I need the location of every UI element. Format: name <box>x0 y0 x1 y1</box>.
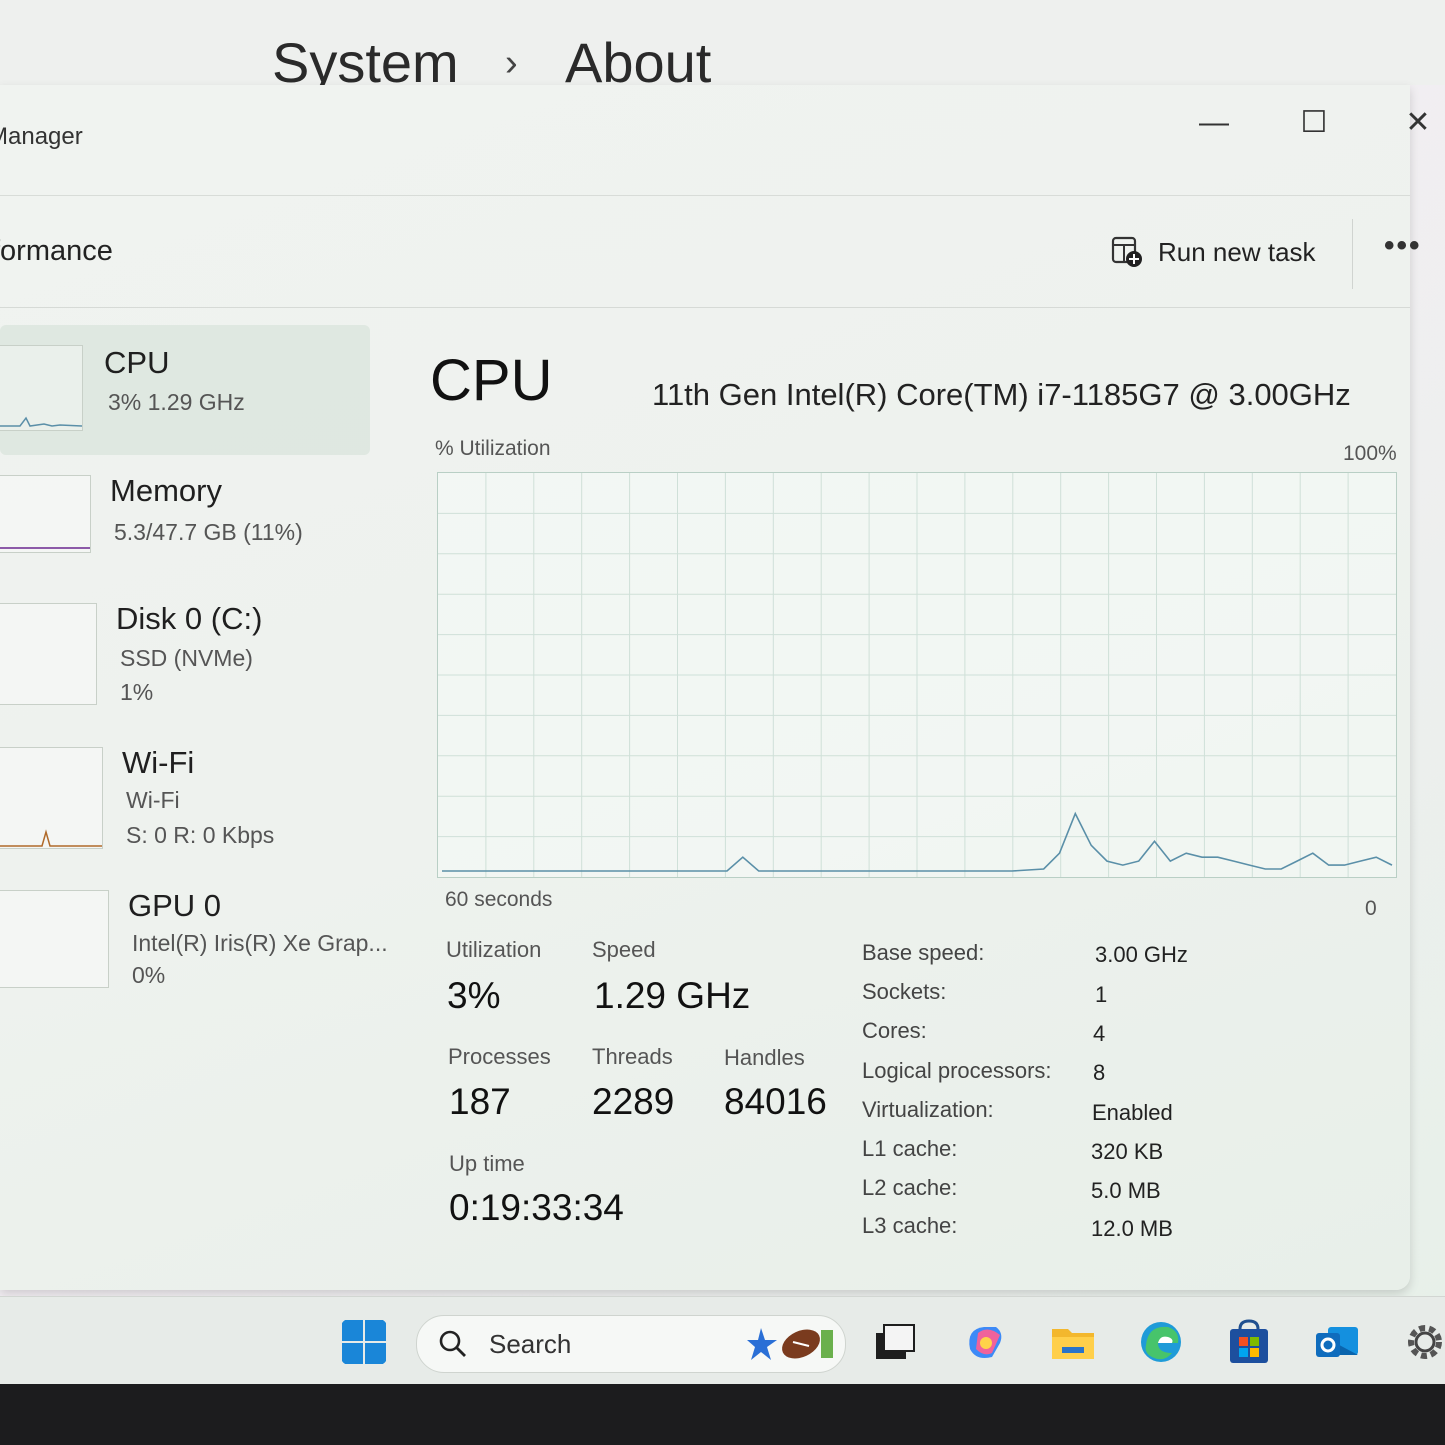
window-title: Manager <box>0 123 83 150</box>
spec-value-virtualization: Enabled <box>1092 1100 1173 1125</box>
spec-value-l2-cache: 5.0 MB <box>1091 1178 1161 1203</box>
processes-value: 187 <box>449 1081 511 1122</box>
task-view-icon[interactable] <box>872 1319 918 1365</box>
edge-icon[interactable] <box>1138 1319 1184 1365</box>
outlook-icon[interactable] <box>1314 1319 1360 1365</box>
run-new-task-button[interactable]: Run new task <box>1110 235 1316 269</box>
cpu-model: 11th Gen Intel(R) Core(TM) i7-1185G7 @ 3… <box>652 377 1351 412</box>
sidebar-cpu-name: CPU <box>104 345 170 380</box>
sidebar-item-cpu[interactable]: CPU 3% 1.29 GHz <box>0 325 370 455</box>
handles-value: 84016 <box>724 1081 827 1122</box>
taskbar: Search <box>0 1296 1445 1385</box>
cpu-thumbnail <box>0 345 83 431</box>
spec-value-logical-processors: 8 <box>1093 1060 1106 1085</box>
spec-label-l1-cache: L1 cache: <box>862 1136 958 1161</box>
more-options-icon[interactable]: ••• <box>1384 229 1422 263</box>
wifi-thumbnail <box>0 747 103 849</box>
sidebar-item-disk[interactable]: Disk 0 (C:) SSD (NVMe) 1% <box>0 583 370 713</box>
graph-max-label: 100% <box>1343 442 1397 465</box>
sidebar-disk-name: Disk 0 (C:) <box>116 601 263 636</box>
gpu-thumbnail <box>0 890 109 988</box>
speed-label: Speed <box>592 937 656 962</box>
spec-value-base-speed: 3.00 GHz <box>1095 942 1188 967</box>
monitor-bezel <box>0 1384 1445 1445</box>
cpu-title: CPU <box>430 348 553 413</box>
close-button[interactable]: ✕ <box>1398 103 1438 143</box>
spec-label-l2-cache: L2 cache: <box>862 1175 958 1200</box>
sidebar-memory-name: Memory <box>110 473 222 508</box>
sidebar-wifi-throughput: S: 0 R: 0 Kbps <box>126 822 275 848</box>
maximize-button[interactable]: ☐ <box>1294 103 1334 143</box>
sidebar-item-wifi[interactable]: Wi-Fi Wi-Fi S: 0 R: 0 Kbps <box>0 727 370 857</box>
sidebar-item-memory[interactable]: Memory 5.3/47.7 GB (11%) <box>0 457 370 577</box>
utilization-axis-label: % Utilization <box>435 437 551 460</box>
spec-value-sockets: 1 <box>1095 982 1108 1007</box>
spec-label-logical-processors: Logical processors: <box>862 1058 1052 1083</box>
title-bar[interactable]: Manager — ☐ ✕ <box>0 85 1431 196</box>
taskbar-search-box[interactable]: Search <box>416 1315 846 1373</box>
graph-min-label: 0 <box>1365 897 1377 920</box>
sidebar-memory-usage: 5.3/47.7 GB (11%) <box>114 519 303 545</box>
handles-label: Handles <box>724 1045 805 1070</box>
uptime-label: Up time <box>449 1151 525 1176</box>
spec-label-cores: Cores: <box>862 1018 927 1043</box>
settings-header: System › About <box>0 0 1445 94</box>
sidebar-wifi-name: Wi-Fi <box>122 745 195 780</box>
spec-value-cores: 4 <box>1093 1021 1106 1046</box>
spec-label-base-speed: Base speed: <box>862 940 985 965</box>
breadcrumb-separator: › <box>505 42 518 84</box>
sidebar-disk-type: SSD (NVMe) <box>120 645 253 671</box>
spec-value-l3-cache: 12.0 MB <box>1091 1216 1173 1241</box>
page-title: formance <box>0 235 113 267</box>
sidebar-gpu-name: GPU 0 <box>128 888 222 923</box>
minimize-button[interactable]: — <box>1194 103 1234 143</box>
settings-gear-icon[interactable] <box>1402 1319 1445 1365</box>
sidebar-item-gpu[interactable]: GPU 0 Intel(R) Iris(R) Xe Grap... 0% <box>0 870 388 990</box>
cpu-graph-svg <box>438 473 1396 877</box>
cpu-utilization-graph <box>437 472 1397 878</box>
search-icon <box>439 1330 466 1357</box>
spec-label-sockets: Sockets: <box>862 979 947 1004</box>
utilization-label: Utilization <box>446 937 542 962</box>
spec-label-virtualization: Virtualization: <box>862 1097 994 1122</box>
sidebar-wifi-adapter: Wi-Fi <box>126 787 180 813</box>
speed-value: 1.29 GHz <box>594 975 751 1016</box>
windows-start-icon[interactable] <box>341 1319 387 1365</box>
sidebar-gpu-usage: 0% <box>132 962 166 988</box>
sidebar-disk-usage: 1% <box>120 679 154 705</box>
sidebar-gpu-model: Intel(R) Iris(R) Xe Grap... <box>132 930 388 956</box>
copilot-icon[interactable] <box>962 1319 1008 1365</box>
utilization-value: 3% <box>447 975 501 1016</box>
threads-label: Threads <box>592 1044 673 1069</box>
run-new-task-label: Run new task <box>1158 236 1316 267</box>
file-explorer-icon[interactable] <box>1050 1319 1096 1365</box>
spec-value-l1-cache: 320 KB <box>1091 1139 1164 1164</box>
threads-value: 2289 <box>592 1081 675 1122</box>
search-placeholder: Search <box>489 1329 572 1359</box>
disk-thumbnail <box>0 603 97 705</box>
run-task-icon <box>1111 236 1142 267</box>
uptime-value: 0:19:33:34 <box>449 1187 624 1228</box>
store-icon[interactable] <box>1226 1319 1272 1365</box>
sidebar-cpu-usage: 3% 1.29 GHz <box>108 389 245 415</box>
graph-time-label: 60 seconds <box>445 888 553 911</box>
toolbar-divider <box>1352 219 1353 289</box>
widgets-football-icon[interactable] <box>747 1320 839 1368</box>
spec-label-l3-cache: L3 cache: <box>862 1213 958 1238</box>
processes-label: Processes <box>448 1044 551 1069</box>
toolbar: formance Run new task ••• <box>0 197 1420 308</box>
task-manager-window: Manager — ☐ ✕ formance Run new task ••• … <box>0 85 1431 1290</box>
memory-thumbnail <box>0 475 91 553</box>
